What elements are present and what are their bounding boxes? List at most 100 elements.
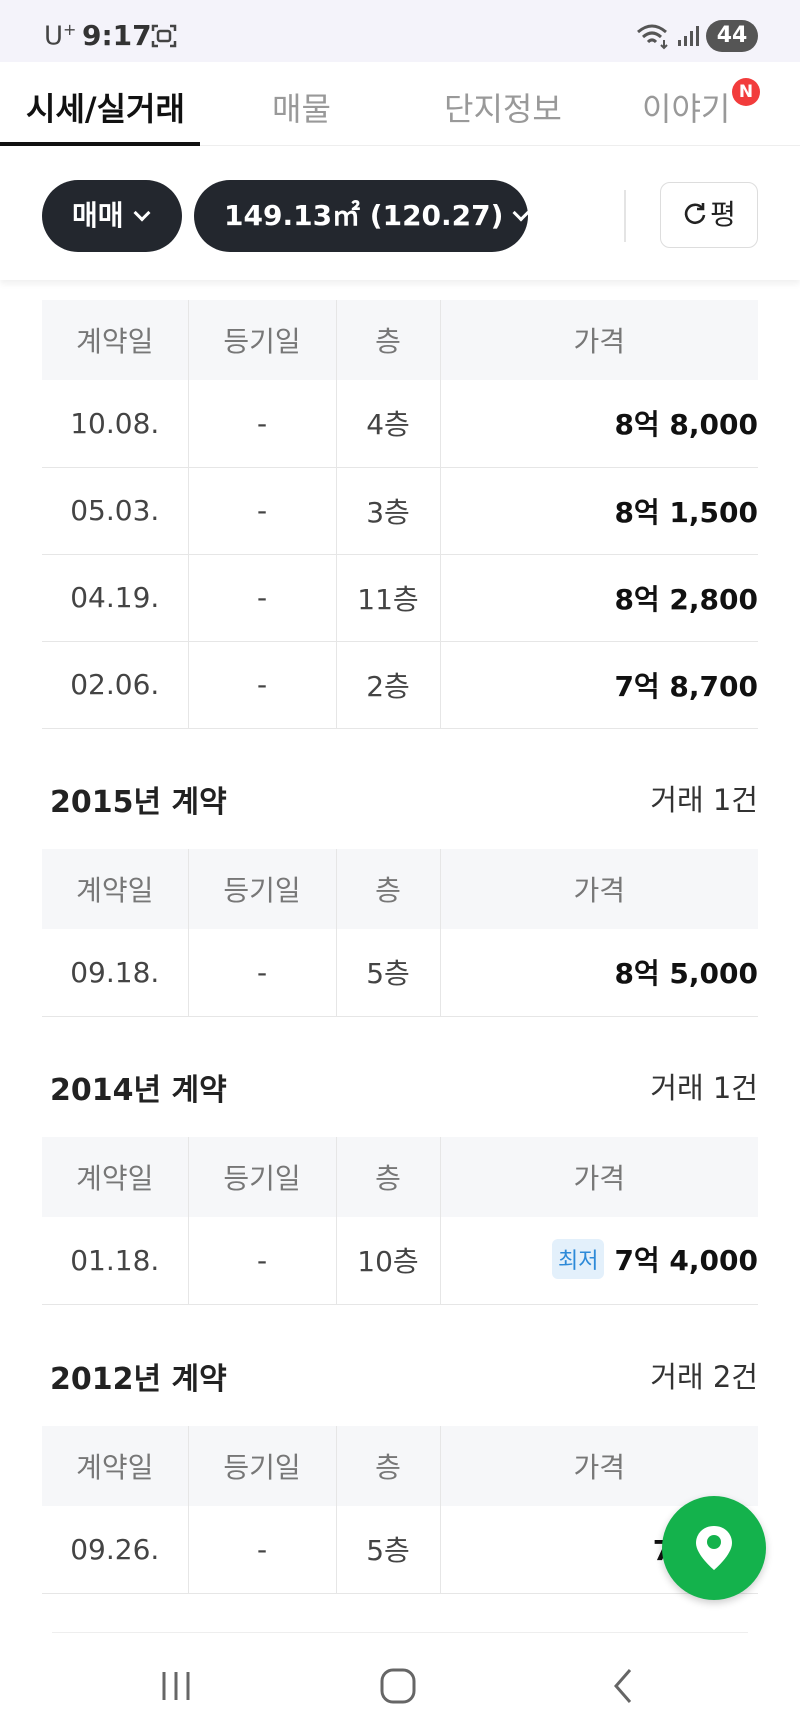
filter-divider: [624, 190, 626, 242]
column-header: 등기일: [188, 1137, 337, 1217]
contract-date: 02.06.: [42, 641, 189, 729]
year-title: 2015년 계약: [50, 785, 227, 820]
table-header-row: 계약일 등기일 층 가격: [42, 1426, 758, 1506]
price: 8억 5,000: [440, 929, 758, 1017]
column-header: 가격: [440, 300, 758, 380]
refresh-icon: [684, 203, 706, 225]
year-section-header: 2015년 계약 거래 1건: [50, 777, 758, 820]
price: 8억 2,800: [440, 554, 758, 642]
floor: 10층: [336, 1217, 441, 1305]
new-badge: N: [732, 78, 760, 106]
column-header: 등기일: [188, 300, 337, 380]
contract-date: 04.19.: [42, 554, 189, 642]
tab-bar: 시세/실거래 매물 단지정보 이야기: [0, 62, 800, 146]
floor: 5층: [336, 929, 441, 1017]
unit-toggle-button[interactable]: 평: [660, 182, 758, 248]
column-header: 계약일: [42, 1137, 189, 1217]
column-header: 가격: [440, 1137, 758, 1217]
floor: 5층: [336, 1506, 441, 1594]
table-header-row: 계약일 등기일 층 가격: [42, 300, 758, 380]
lowest-badge: 최저: [551, 1239, 605, 1280]
year-title: 2014년 계약: [50, 1073, 227, 1108]
contract-date: 05.03.: [42, 467, 189, 555]
carrier-label: U+: [44, 20, 77, 52]
table-header-row: 계약일 등기일 층 가격: [42, 849, 758, 929]
price: 8억 1,500: [440, 467, 758, 555]
transaction-list: 계약일 등기일 층 가격 10.08. - 4층 8억 8,000 05.03.…: [0, 280, 800, 1630]
table-row[interactable]: 09.18. - 5층 8억 5,000: [42, 929, 758, 1017]
filter-bar: 매매 149.13㎡ (120.27) 평: [0, 146, 800, 280]
year-section-header: 2012년 계약 거래 2건: [50, 1354, 758, 1397]
registration-date: -: [188, 1506, 337, 1594]
column-header: 계약일: [42, 1426, 189, 1506]
table-header-row: 계약일 등기일 층 가격: [42, 1137, 758, 1217]
column-header: 층: [336, 1426, 441, 1506]
table-row[interactable]: 05.03. - 3층 8억 1,500: [42, 467, 758, 555]
column-header: 등기일: [188, 849, 337, 929]
unit-toggle-label: 평: [710, 198, 736, 231]
column-header: 층: [336, 1137, 441, 1217]
map-pin-icon: [696, 1526, 732, 1570]
system-nav-bar: [0, 1634, 800, 1734]
transaction-count: 거래 2건: [650, 1360, 758, 1394]
signal-icon: [678, 26, 699, 46]
map-fab-button[interactable]: [662, 1496, 766, 1600]
home-icon[interactable]: [376, 1664, 420, 1708]
tab-listings[interactable]: 매물: [272, 84, 331, 130]
column-header: 층: [336, 300, 441, 380]
screen-record-icon: [151, 24, 177, 48]
contract-date: 09.18.: [42, 929, 189, 1017]
chevron-down-icon: [133, 204, 151, 222]
price: 8억 8,000: [440, 380, 758, 468]
column-header: 층: [336, 849, 441, 929]
battery-icon: 44: [706, 20, 758, 52]
area-label: 149.13㎡ (120.27): [224, 199, 504, 232]
registration-date: -: [188, 554, 337, 642]
table-row[interactable]: 10.08. - 4층 8억 8,000: [42, 380, 758, 468]
table-row[interactable]: 01.18. - 10층 최저 7억 4,000: [42, 1217, 758, 1305]
contract-date: 01.18.: [42, 1217, 189, 1305]
floor: 3층: [336, 467, 441, 555]
transaction-table: 계약일 등기일 층 가격 09.18. - 5층 8억 5,000: [42, 849, 758, 1017]
column-header: 등기일: [188, 1426, 337, 1506]
tab-stories[interactable]: 이야기: [642, 84, 730, 130]
column-header: 계약일: [42, 300, 189, 380]
registration-date: -: [188, 1217, 337, 1305]
table-row[interactable]: 09.26. - 5층 7억: [42, 1506, 758, 1594]
transaction-table: 계약일 등기일 층 가격 09.26. - 5층 7억: [42, 1426, 758, 1594]
transaction-table: 계약일 등기일 층 가격 01.18. - 10층 최저 7억 4,000: [42, 1137, 758, 1305]
recent-apps-icon[interactable]: [154, 1664, 198, 1708]
transaction-count: 거래 1건: [650, 783, 758, 817]
column-header: 가격: [440, 1426, 758, 1506]
trade-type-dropdown[interactable]: 매매: [42, 180, 182, 252]
bottom-divider: [52, 1632, 748, 1633]
transaction-table: 계약일 등기일 층 가격 10.08. - 4층 8억 8,000 05.03.…: [42, 300, 758, 729]
floor: 4층: [336, 380, 441, 468]
status-time: 9:17: [82, 19, 152, 52]
table-row[interactable]: 02.06. - 2층 7억 8,700: [42, 641, 758, 729]
table-row[interactable]: 04.19. - 11층 8억 2,800: [42, 554, 758, 642]
wifi-icon: [637, 24, 668, 50]
contract-date: 10.08.: [42, 380, 189, 468]
registration-date: -: [188, 380, 337, 468]
area-dropdown[interactable]: 149.13㎡ (120.27): [194, 180, 530, 252]
chevron-down-icon: [512, 204, 530, 222]
price: 7억 8,700: [440, 641, 758, 729]
tab-complex-info[interactable]: 단지정보: [444, 84, 562, 130]
registration-date: -: [188, 641, 337, 729]
floor: 2층: [336, 641, 441, 729]
status-bar: U+ 9:17 44: [0, 0, 800, 62]
tab-price-history[interactable]: 시세/실거래: [26, 84, 185, 130]
price-value: 7억 4,000: [614, 1244, 758, 1278]
price: 최저 7억 4,000: [440, 1217, 758, 1305]
contract-date: 09.26.: [42, 1506, 189, 1594]
year-title: 2012년 계약: [50, 1362, 227, 1397]
transaction-count: 거래 1건: [650, 1071, 758, 1105]
trade-type-label: 매매: [72, 199, 124, 232]
registration-date: -: [188, 467, 337, 555]
back-icon[interactable]: [602, 1664, 646, 1708]
year-section-header: 2014년 계약 거래 1건: [50, 1065, 758, 1108]
column-header: 가격: [440, 849, 758, 929]
floor: 11층: [336, 554, 441, 642]
registration-date: -: [188, 929, 337, 1017]
